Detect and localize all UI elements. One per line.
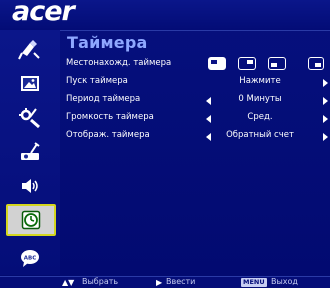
tab-color[interactable] <box>11 34 49 66</box>
language-icon: ABC <box>21 250 39 267</box>
timer-icon <box>21 210 41 230</box>
row-timer-start[interactable]: Пуск таймера Нажмите <box>66 75 330 92</box>
location-top-left-option[interactable] <box>208 57 226 70</box>
location-top-right-option[interactable] <box>238 57 256 70</box>
row-value: Сред. <box>247 112 273 122</box>
right-arrow-icon[interactable] <box>323 115 328 123</box>
row-timer-location[interactable]: Местонахожд. таймера <box>66 57 330 74</box>
tab-language[interactable]: ABC <box>11 242 49 274</box>
projector-settings-icon <box>21 142 40 160</box>
row-label: Пуск таймера <box>66 76 128 86</box>
row-label: Местонахожд. таймера <box>66 58 172 68</box>
tab-projector[interactable] <box>11 136 49 168</box>
audio-icon <box>22 179 38 193</box>
enter-hint: Ввести <box>166 277 196 286</box>
tab-timer[interactable] <box>6 204 56 236</box>
tab-image[interactable] <box>11 68 49 100</box>
row-label: Отображ. таймера <box>66 130 150 140</box>
image-settings-icon <box>21 76 39 91</box>
up-down-arrows-icon: ▲▼ <box>62 278 75 287</box>
location-bottom-left-option[interactable] <box>268 57 286 70</box>
right-arrow-icon[interactable] <box>323 133 328 141</box>
osd-menu: acer ABC Таймера Местонахожд. таймера Пу… <box>0 0 330 288</box>
management-settings-icon <box>19 108 40 129</box>
row-value: Обратный счет <box>226 130 294 140</box>
right-arrow-icon[interactable] <box>323 79 328 87</box>
row-timer-display[interactable]: Отображ. таймера Обратный счет <box>66 129 330 146</box>
right-arrow-icon[interactable] <box>323 97 328 105</box>
menu-sidebar: ABC <box>0 30 60 275</box>
row-label: Период таймера <box>66 94 141 104</box>
row-timer-period[interactable]: Период таймера 0 Минуты <box>66 93 330 110</box>
help-bar: ▲▼ Выбрать ▶ Ввести MENU Выход <box>0 276 330 288</box>
row-label: Громкость таймера <box>66 112 154 122</box>
header-bar: acer <box>0 0 330 31</box>
brand-logo: acer <box>12 0 75 27</box>
row-value: 0 Минуты <box>238 94 282 104</box>
svg-text:ABC: ABC <box>24 256 37 262</box>
row-timer-volume[interactable]: Громкость таймера Сред. <box>66 111 330 128</box>
enter-arrow-icon: ▶ <box>156 278 163 287</box>
page-title: Таймера <box>67 33 148 52</box>
tab-management[interactable] <box>11 102 49 134</box>
menu-key-badge: MENU <box>241 278 267 287</box>
row-value: Нажмите <box>239 76 281 86</box>
color-adjust-icon <box>18 40 40 60</box>
location-bottom-right-option[interactable] <box>308 57 324 70</box>
tab-audio[interactable] <box>11 170 49 202</box>
exit-hint: Выход <box>271 277 298 286</box>
select-hint: Выбрать <box>82 277 119 286</box>
